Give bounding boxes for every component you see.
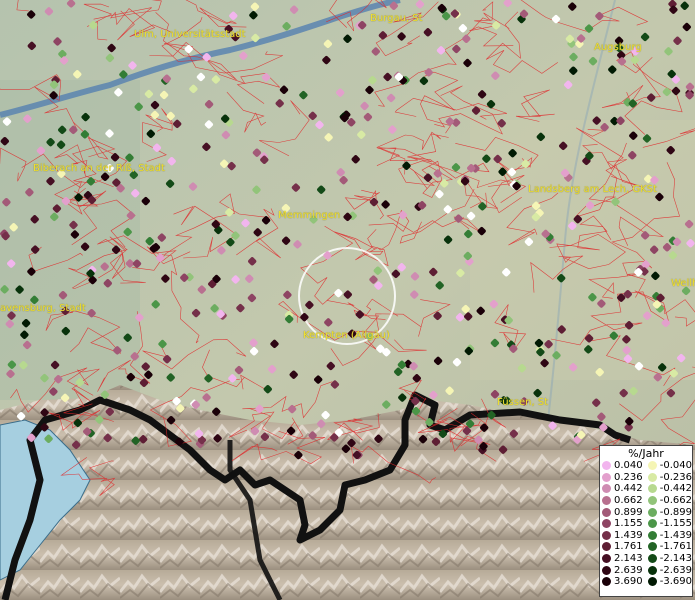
legend-swatch bbox=[602, 577, 611, 587]
legend-swatch bbox=[647, 484, 657, 494]
legend-entry: 2.143 bbox=[600, 553, 646, 565]
legend-entry: 0.442 bbox=[600, 483, 646, 495]
legend-swatch bbox=[647, 496, 657, 506]
legend-entry: 0.662 bbox=[600, 495, 646, 507]
legend-swatch bbox=[602, 496, 611, 506]
legend-swatch bbox=[647, 519, 657, 529]
legend-value: 0.040 bbox=[614, 460, 643, 472]
legend-value: -0.040 bbox=[659, 460, 692, 472]
legend-entry: 1.439 bbox=[600, 530, 646, 542]
legend-entry: -0.899 bbox=[646, 506, 692, 518]
legend-swatch bbox=[602, 507, 611, 517]
legend-swatch bbox=[602, 530, 611, 540]
legend-value: -1.761 bbox=[659, 541, 692, 553]
legend-entry: -1.439 bbox=[646, 530, 692, 542]
legend-value: 1.439 bbox=[614, 529, 643, 541]
legend-value: -0.236 bbox=[659, 471, 692, 483]
legend-swatch bbox=[602, 519, 611, 529]
legend-entry: 3.690 bbox=[600, 576, 646, 588]
legend-entry: -0.236 bbox=[646, 472, 692, 484]
legend-swatch bbox=[602, 542, 611, 552]
legend-value: -3.690 bbox=[659, 576, 692, 588]
legend-swatch bbox=[647, 507, 657, 517]
legend-title: %/Jahr bbox=[628, 447, 664, 460]
legend-entry: 0.899 bbox=[600, 506, 646, 518]
legend-value: 0.442 bbox=[614, 483, 643, 495]
legend-swatch bbox=[647, 565, 657, 575]
legend-value: -0.662 bbox=[659, 495, 692, 507]
legend-swatch bbox=[647, 461, 657, 471]
legend-value: 1.155 bbox=[614, 518, 643, 530]
legend-entry: -2.143 bbox=[646, 553, 692, 565]
legend-value: 0.899 bbox=[614, 506, 643, 518]
legend-swatch bbox=[602, 565, 611, 575]
legend-value: -0.899 bbox=[659, 506, 692, 518]
legend-entry: -1.155 bbox=[646, 518, 692, 530]
legend-value: 0.662 bbox=[614, 495, 643, 507]
legend-value: -0.442 bbox=[659, 483, 692, 495]
legend-positive-column: 0.040 0.236 0.442 0.662 0.899 1.155 1.43… bbox=[600, 460, 646, 588]
legend-swatch bbox=[602, 554, 611, 564]
legend-value: 1.761 bbox=[614, 541, 643, 553]
legend-value: -2.143 bbox=[659, 553, 692, 565]
legend-entry: 0.236 bbox=[600, 472, 646, 484]
legend-negative-column: -0.040 -0.236 -0.442 -0.662 -0.899 -1.15… bbox=[646, 460, 692, 588]
legend-value: 0.236 bbox=[614, 471, 643, 483]
legend-entry: -0.662 bbox=[646, 495, 692, 507]
legend-swatch bbox=[602, 461, 611, 471]
legend-entry: 2.639 bbox=[600, 564, 646, 576]
legend-swatch bbox=[647, 472, 657, 482]
legend-value: -1.155 bbox=[659, 518, 692, 530]
legend-entry: -0.040 bbox=[646, 460, 692, 472]
legend-entry: -1.761 bbox=[646, 541, 692, 553]
legend-entry: -3.690 bbox=[646, 576, 692, 588]
legend-swatch bbox=[602, 484, 611, 494]
legend-value: 2.639 bbox=[614, 564, 643, 576]
legend: %/Jahr 0.040 0.236 0.442 0.662 0.899 1.1… bbox=[599, 445, 693, 597]
legend-entry: 1.155 bbox=[600, 518, 646, 530]
legend-entry: -0.442 bbox=[646, 483, 692, 495]
legend-swatch bbox=[647, 542, 657, 552]
legend-value: -2.639 bbox=[659, 564, 692, 576]
map-canvas[interactable] bbox=[0, 0, 695, 600]
legend-swatch bbox=[647, 554, 657, 564]
legend-swatch bbox=[647, 530, 657, 540]
legend-swatch bbox=[602, 472, 611, 482]
legend-entry: 1.761 bbox=[600, 541, 646, 553]
legend-value: 2.143 bbox=[614, 553, 643, 565]
legend-entry: -2.639 bbox=[646, 564, 692, 576]
legend-entry: 0.040 bbox=[600, 460, 646, 472]
legend-swatch bbox=[647, 577, 657, 587]
legend-value: -1.439 bbox=[659, 529, 692, 541]
legend-value: 3.690 bbox=[614, 576, 643, 588]
